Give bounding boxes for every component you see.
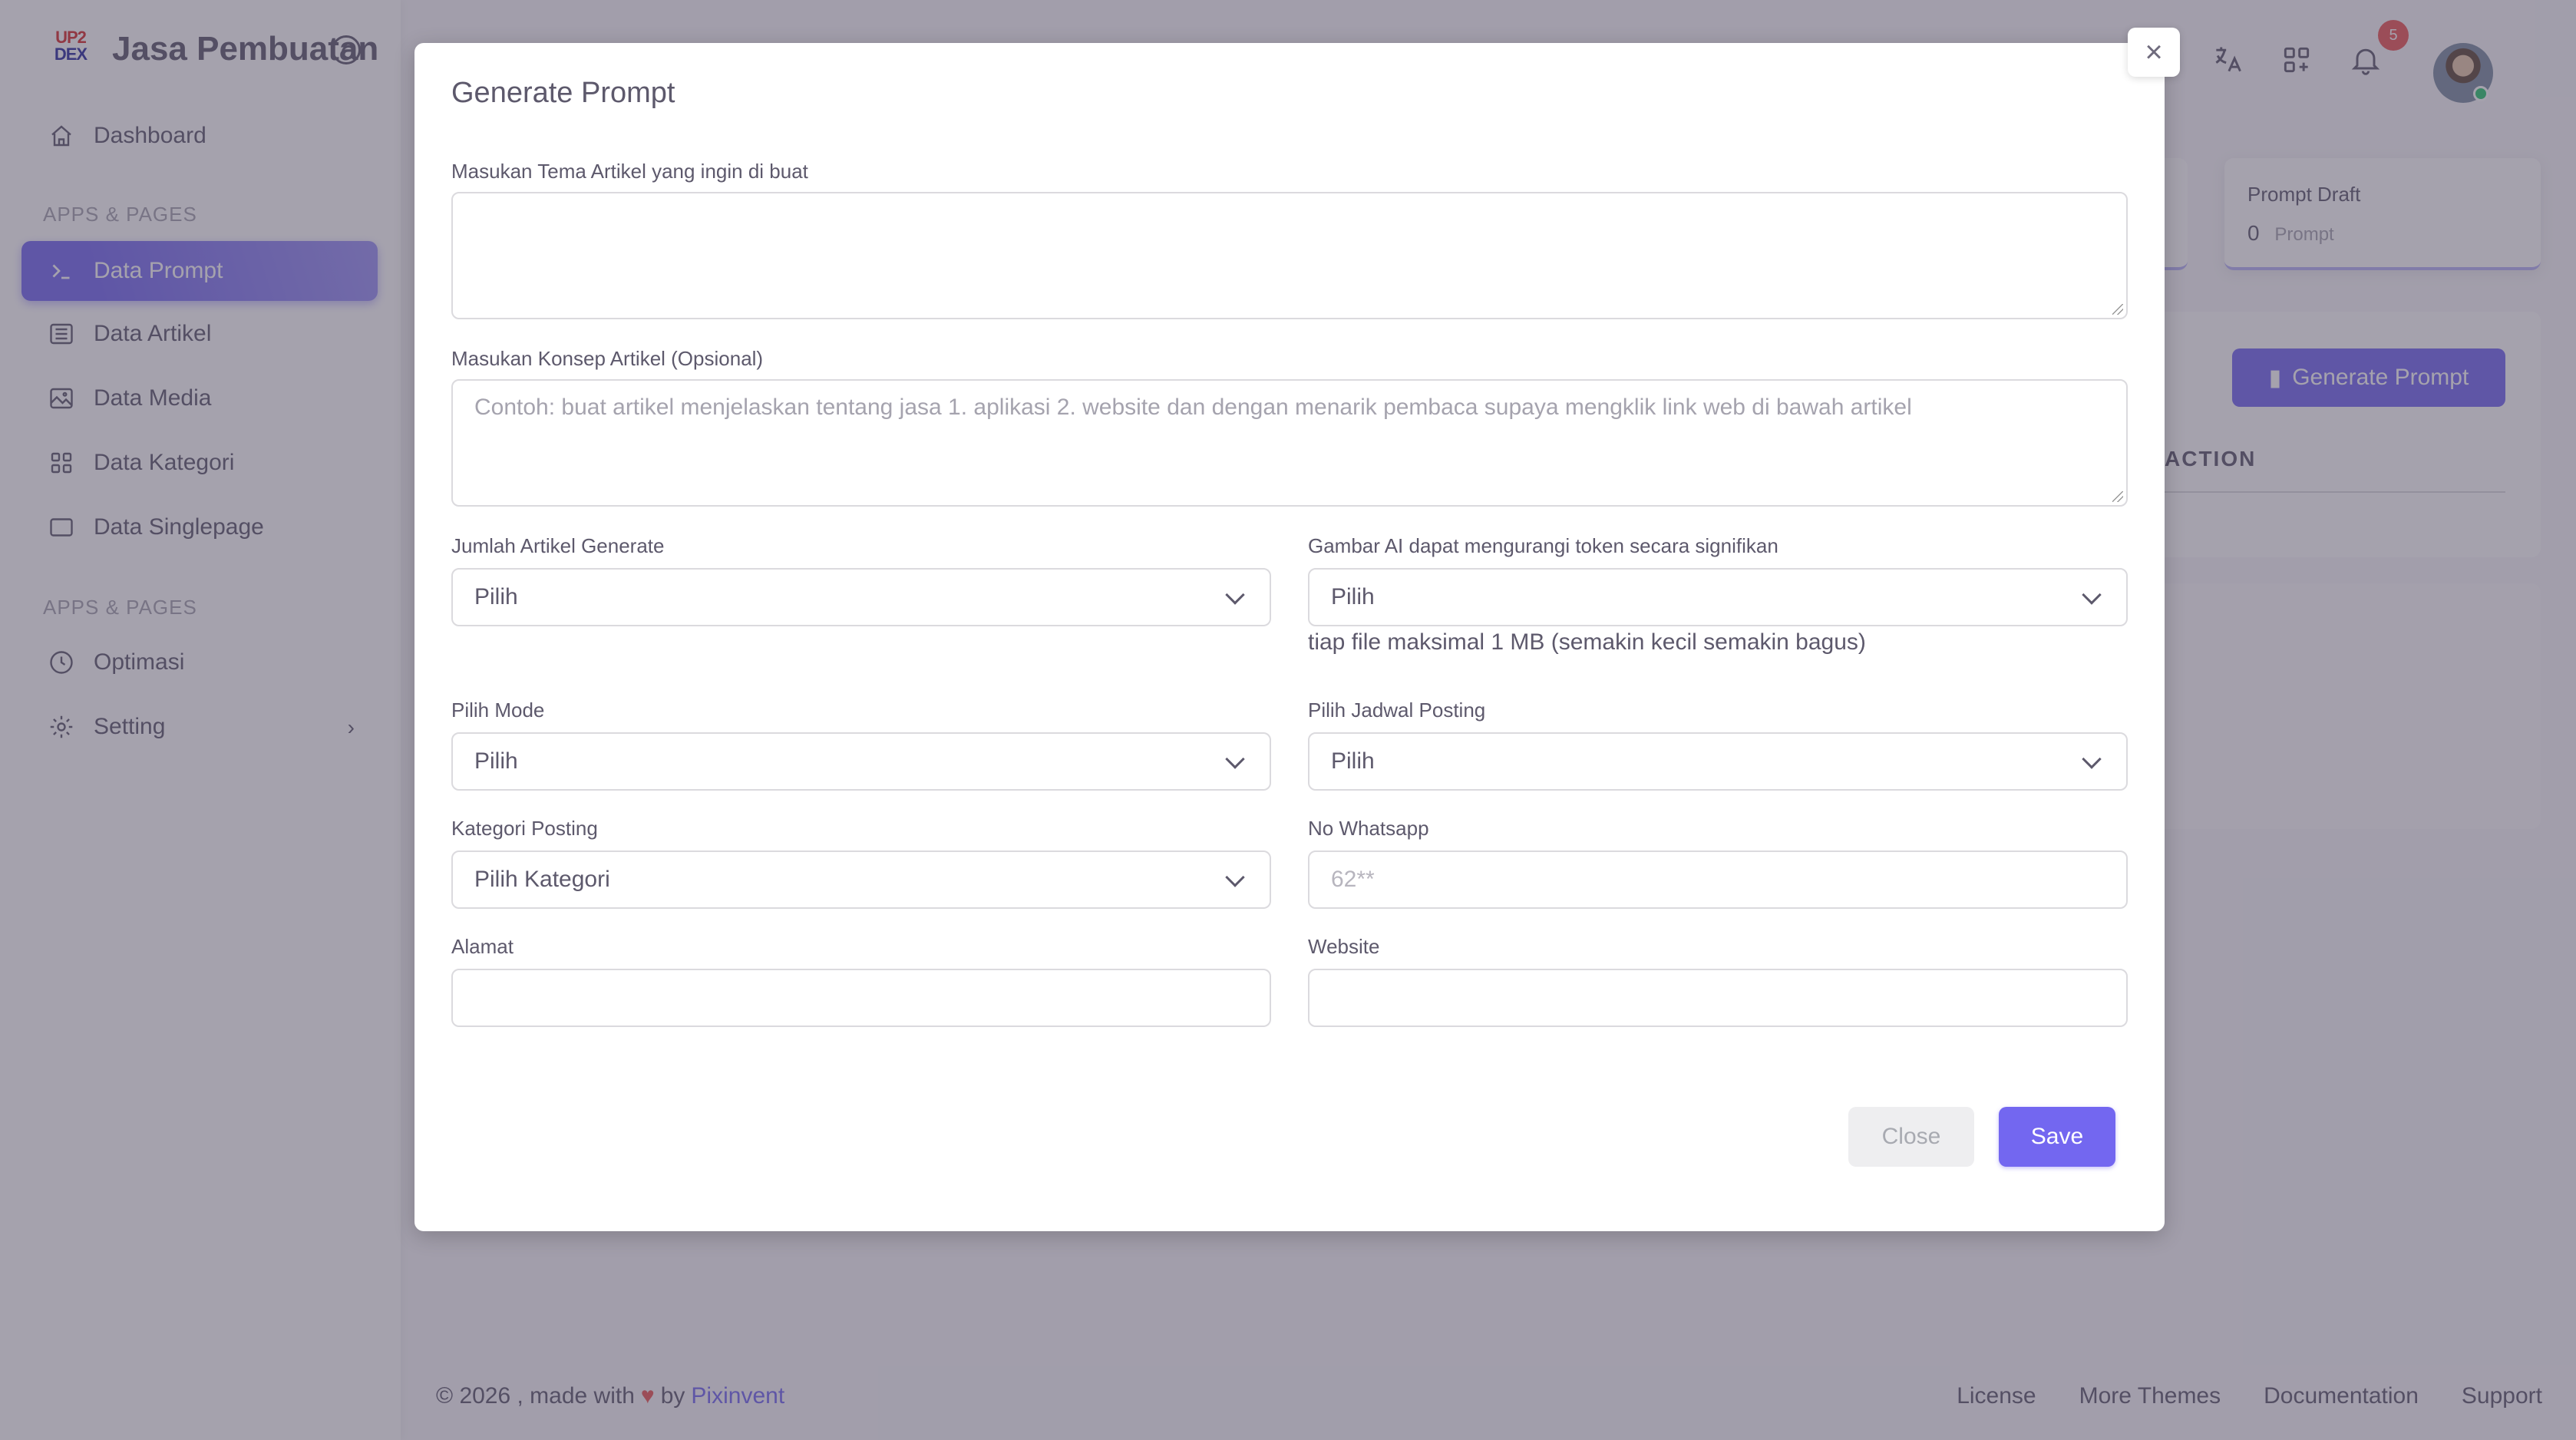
chevron-down-icon bbox=[1225, 749, 1245, 769]
generate-prompt-modal: Generate Prompt Masukan Tema Artikel yan… bbox=[414, 43, 2165, 1231]
gambar-selected: Pilih bbox=[1331, 584, 1375, 609]
gambar-select[interactable]: Pilih bbox=[1308, 568, 2128, 626]
gambar-label: Gambar AI dapat mengurangi token secara … bbox=[1308, 534, 1778, 557]
whatsapp-input[interactable]: 62** bbox=[1308, 850, 2128, 909]
modal-title: Generate Prompt bbox=[451, 77, 675, 109]
konsep-textarea[interactable]: Contoh: buat artikel menjelaskan tentang… bbox=[451, 379, 2128, 507]
alamat-input[interactable] bbox=[451, 969, 1271, 1027]
save-button[interactable]: Save bbox=[1999, 1107, 2115, 1167]
chevron-down-icon bbox=[1225, 867, 1245, 887]
whatsapp-placeholder: 62** bbox=[1331, 867, 1375, 892]
chevron-down-icon bbox=[2082, 749, 2102, 769]
resize-handle-icon[interactable] bbox=[2112, 304, 2123, 315]
tema-textarea[interactable] bbox=[451, 192, 2128, 319]
website-input[interactable] bbox=[1308, 969, 2128, 1027]
kategori-select[interactable]: Pilih Kategori bbox=[451, 850, 1271, 909]
whatsapp-label: No Whatsapp bbox=[1308, 817, 1429, 840]
chevron-down-icon bbox=[2082, 585, 2102, 605]
jumlah-selected: Pilih bbox=[474, 584, 518, 609]
mode-selected: Pilih bbox=[474, 748, 518, 774]
kategori-label: Kategori Posting bbox=[451, 817, 598, 840]
jumlah-select[interactable]: Pilih bbox=[451, 568, 1271, 626]
close-icon[interactable]: × bbox=[2128, 28, 2180, 77]
alamat-label: Alamat bbox=[451, 935, 514, 958]
tema-label: Masukan Tema Artikel yang ingin di buat bbox=[451, 160, 808, 183]
jadwal-select[interactable]: Pilih bbox=[1308, 732, 2128, 791]
close-button[interactable]: Close bbox=[1848, 1107, 1974, 1167]
konsep-label: Masukan Konsep Artikel (Opsional) bbox=[451, 347, 764, 370]
resize-handle-icon[interactable] bbox=[2112, 491, 2123, 502]
mode-label: Pilih Mode bbox=[451, 699, 545, 722]
website-label: Website bbox=[1308, 935, 1380, 958]
gambar-helper-text: tiap file maksimal 1 MB (semakin kecil s… bbox=[1308, 629, 1866, 655]
konsep-placeholder: Contoh: buat artikel menjelaskan tentang… bbox=[474, 395, 1912, 420]
jadwal-label: Pilih Jadwal Posting bbox=[1308, 699, 1486, 722]
jadwal-selected: Pilih bbox=[1331, 748, 1375, 774]
jumlah-label: Jumlah Artikel Generate bbox=[451, 534, 665, 557]
chevron-down-icon bbox=[1225, 585, 1245, 605]
kategori-selected: Pilih Kategori bbox=[474, 867, 610, 892]
mode-select[interactable]: Pilih bbox=[451, 732, 1271, 791]
